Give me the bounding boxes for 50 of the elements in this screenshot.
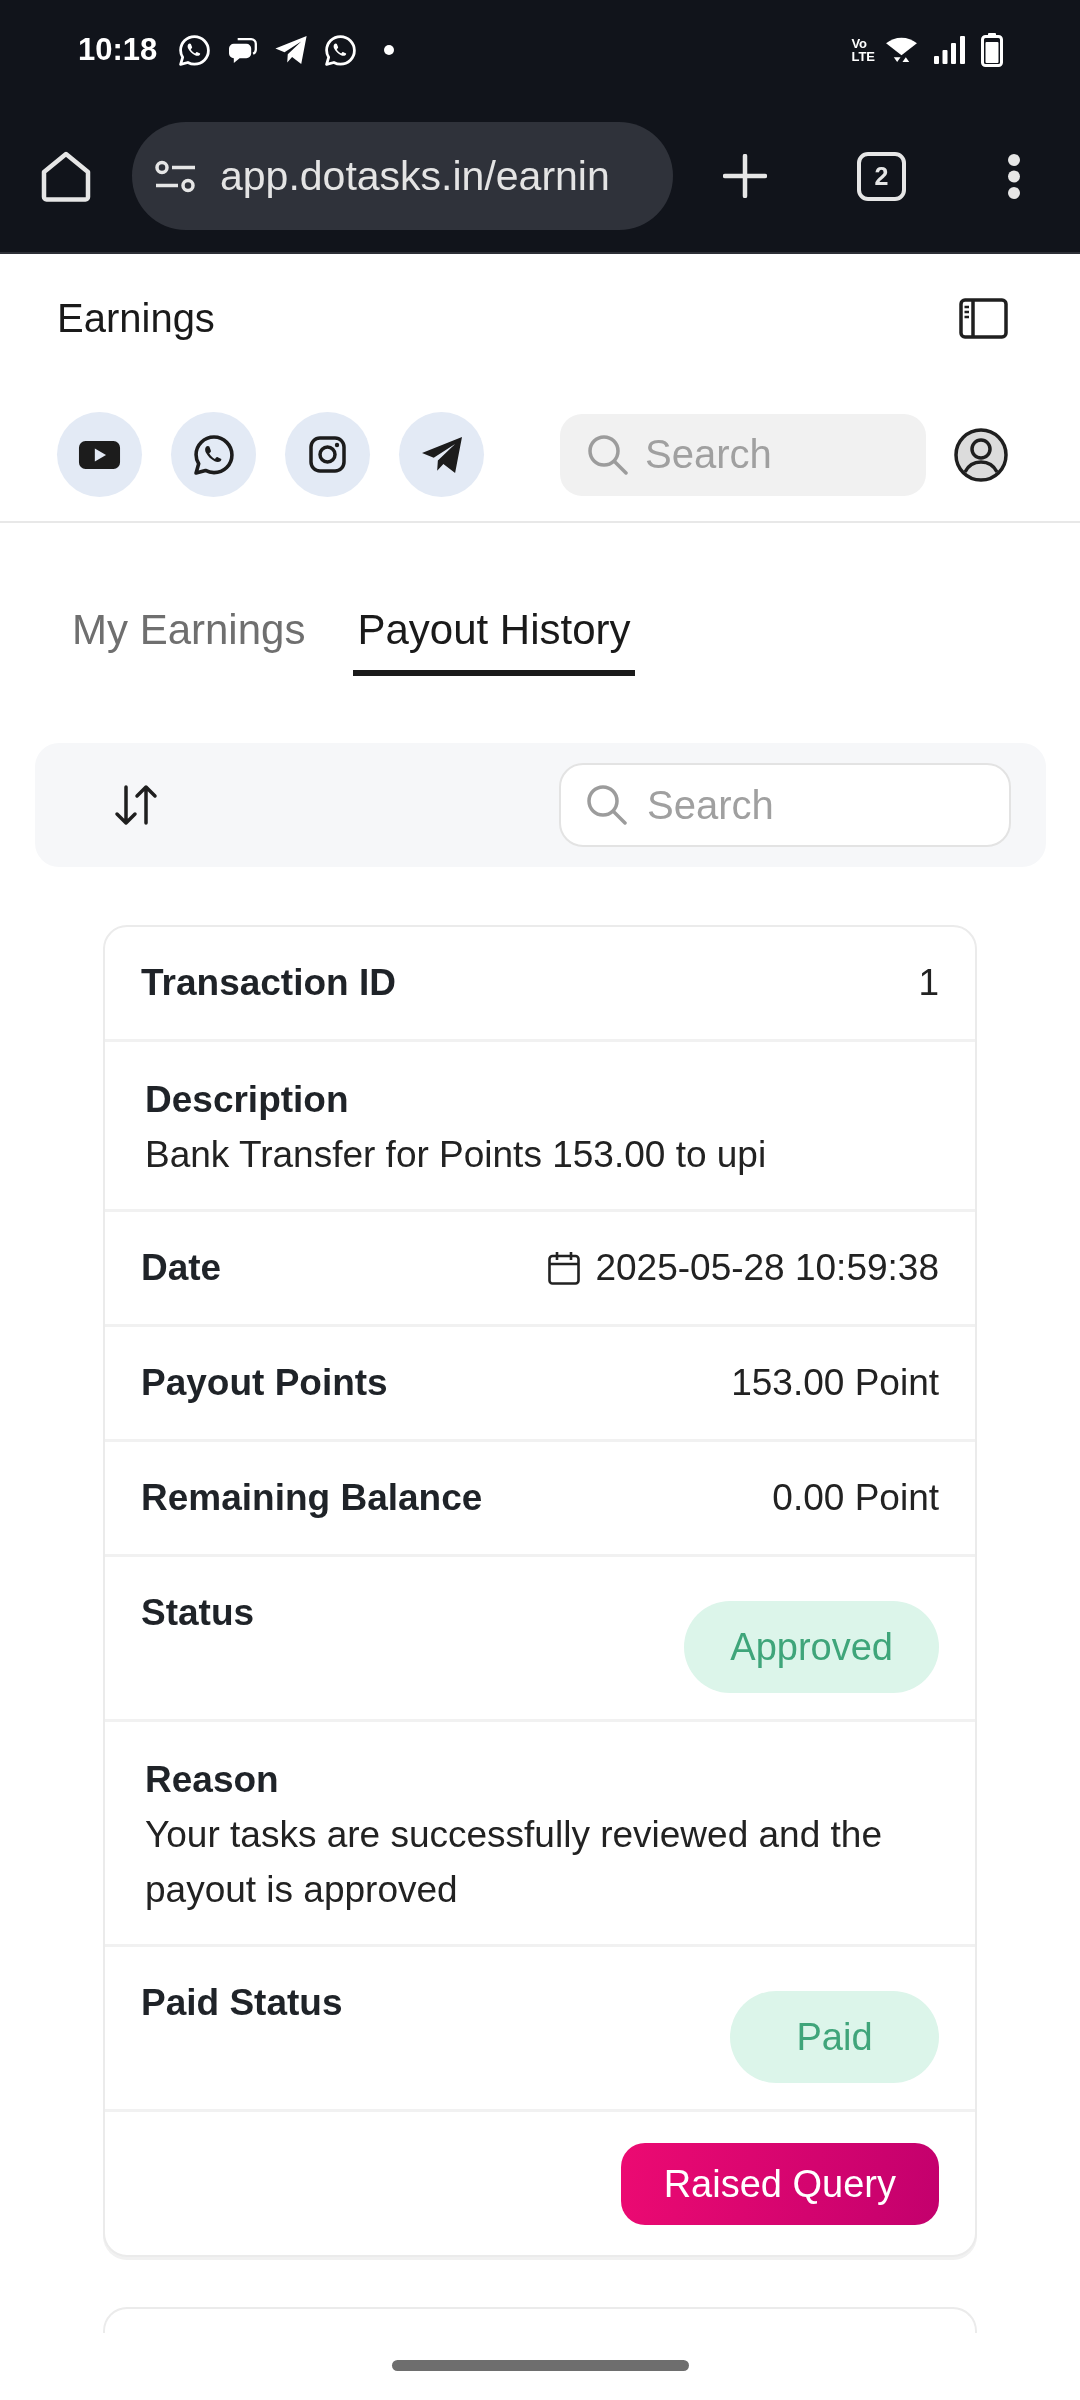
tab-switcher-button[interactable]: 2: [857, 151, 906, 201]
message-bubbles-icon: [228, 36, 258, 64]
clock-time: 10:18: [78, 32, 158, 68]
search-icon: [586, 784, 627, 825]
field-value: 1: [918, 961, 939, 1005]
field-label: Remaining Balance: [141, 1476, 483, 1520]
field-label: Description: [145, 1078, 350, 1122]
paper-plane-icon: [275, 36, 308, 64]
signal-icon: [934, 36, 965, 64]
field-value: 2025-05-28 10:59:38: [595, 1246, 939, 1290]
page-title: Earnings: [57, 295, 215, 341]
field-value: Bank Transfer for Points 153.00 to upi: [145, 1133, 768, 1177]
query-button[interactable]: Raised Query: [620, 2143, 939, 2225]
field-label: Status: [141, 1591, 255, 1635]
calendar-icon: [548, 1250, 581, 1285]
field-label: Payout Points: [141, 1361, 388, 1405]
tab[interactable]: My Earnings: [68, 602, 310, 676]
status-pill: Approved: [684, 1601, 939, 1693]
address-bar[interactable]: app.dotasks.in/earnin: [132, 122, 673, 230]
field-value: Your tasks are successfully reviewed and the payout is approved: [145, 1813, 883, 1912]
tab[interactable]: Payout History: [353, 602, 635, 676]
search-field[interactable]: Search: [560, 413, 926, 496]
field-label: Transaction ID: [141, 961, 396, 1005]
network-type-label: Vo: [851, 37, 868, 50]
battery-icon: [981, 33, 1003, 67]
site-settings-icon[interactable]: [155, 159, 196, 193]
url-text: app.dotasks.in/earnin: [220, 152, 610, 200]
play-icon: [78, 440, 121, 469]
more-icon[interactable]: [1007, 152, 1021, 200]
field-label: Reason: [145, 1758, 280, 1802]
field-label: Date: [141, 1246, 222, 1290]
paper-plane-icon: [421, 436, 462, 473]
wifi-icon: [885, 36, 918, 64]
field-value: 153.00 Point: [731, 1361, 939, 1405]
chat-bubble-phone-icon: [325, 34, 357, 66]
sort-icon[interactable]: [114, 784, 158, 826]
search-icon: [587, 433, 628, 475]
field-value: 0.00 Point: [772, 1476, 939, 1520]
status-pill: Paid: [730, 1991, 939, 2083]
network-type-label: LTE: [851, 50, 875, 63]
field-label: Paid Status: [141, 1981, 343, 2025]
chat-bubble-phone-icon: [179, 34, 211, 66]
camera-icon: [309, 436, 346, 473]
profile-icon[interactable]: [954, 427, 1008, 482]
search-field[interactable]: Search: [559, 763, 1011, 847]
home-icon[interactable]: [41, 150, 91, 202]
new-tab-icon[interactable]: [723, 154, 767, 198]
dot-icon: [384, 45, 395, 55]
chat-bubble-phone-icon: [193, 434, 234, 475]
sidebar-toggle-icon[interactable]: [959, 297, 1008, 339]
